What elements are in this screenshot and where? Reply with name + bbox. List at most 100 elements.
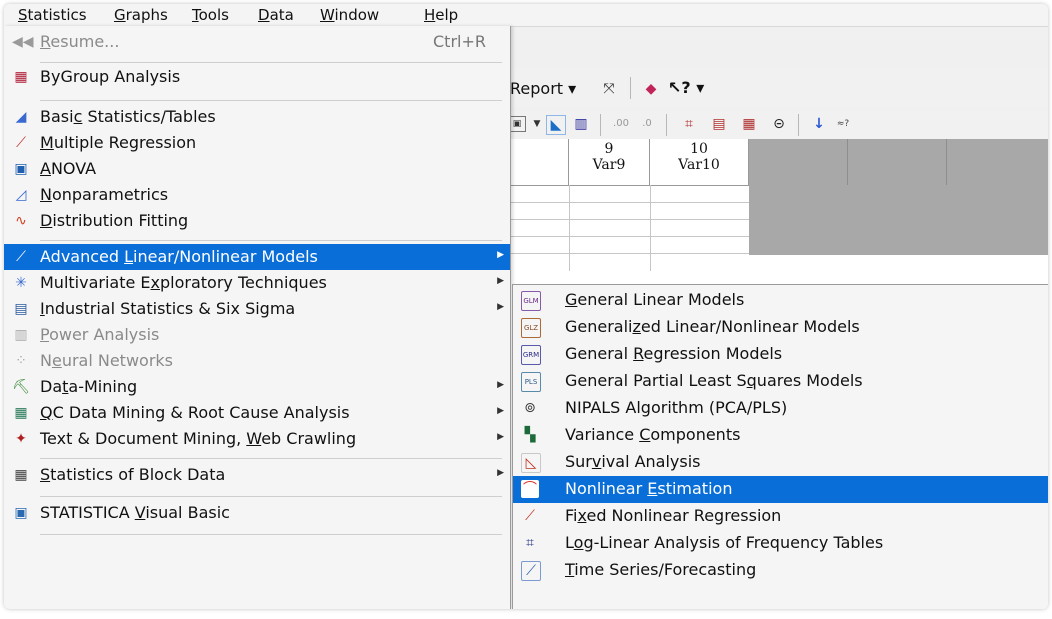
menu-item-advanced-models[interactable]: ⟋ Advanced Linear/Nonlinear Models ▶ <box>4 244 510 270</box>
pls-icon: PLS <box>521 372 541 392</box>
help-pointer-icon[interactable]: ↖? ▾ <box>668 78 704 97</box>
menu-window[interactable]: Window <box>320 6 379 24</box>
submenu-item-time-series[interactable]: ⟋ Time Series/Forecasting <box>513 557 1048 584</box>
menu-item-power-analysis[interactable]: ▥ Power Analysis <box>4 322 510 348</box>
industrial-statistics-icon: ▤ <box>14 301 28 317</box>
toolbar-separator <box>798 114 799 136</box>
submenu-item-variance-components[interactable]: ▚ Variance Components <box>513 422 1048 449</box>
zoom-icon[interactable]: ⤧ <box>600 80 618 98</box>
submenu-arrow-icon: ▶ <box>497 250 504 260</box>
variables-icon[interactable]: ⌗ <box>680 115 698 133</box>
inactive-grid-area <box>749 185 1048 255</box>
statistics-menu: ◀◀ Resume... Ctrl+R ▦ ByGroup Analysis ◢… <box>4 26 511 609</box>
menu-item-qc-data-mining[interactable]: ▦ QC Data Mining & Root Cause Analysis ▶ <box>4 400 510 426</box>
toolbar-format: ▣ ▼ ◣ ▥ .00 .0 ⌗ ▤ ▦ ⊝ ↓ ≈? <box>484 111 1048 140</box>
submenu-arrow-icon: ▶ <box>497 468 504 478</box>
menu-data[interactable]: Data <box>258 6 294 24</box>
bygroup-icon: ▦ <box>14 69 28 85</box>
column-header-var10[interactable]: 10 Var10 <box>650 139 749 186</box>
distribution-fitting-icon: ∿ <box>15 213 27 229</box>
qc-data-mining-icon: ▦ <box>14 405 28 421</box>
power-analysis-icon: ▥ <box>14 327 28 343</box>
log-linear-icon: ⌗ <box>526 535 534 551</box>
menu-item-bygroup[interactable]: ▦ ByGroup Analysis <box>4 64 510 90</box>
submenu-item-nipals[interactable]: ⊚ NIPALS Algorithm (PCA/PLS) <box>513 395 1048 422</box>
menu-help[interactable]: Help <box>424 6 458 24</box>
submenu-item-log-linear[interactable]: ⌗ Log-Linear Analysis of Frequency Table… <box>513 530 1048 557</box>
edit-cases-icon[interactable]: ▦ <box>740 115 758 133</box>
menu-item-nonparametrics[interactable]: ◿ Nonparametrics <box>4 182 510 208</box>
toolbar-report: Report ▾ ⤧ ◆ ↖? ▾ <box>484 69 1048 107</box>
resume-icon: ◀◀ <box>12 34 34 50</box>
menu-item-data-mining[interactable]: ⛏ Data-Mining ▶ <box>4 374 510 400</box>
submenu-item-glm[interactable]: GLM General Linear Models <box>513 287 1048 314</box>
multiple-regression-icon: ⟋ <box>16 135 26 151</box>
menu-graphs[interactable]: Graphs <box>114 6 168 24</box>
basic-statistics-icon: ◢ <box>15 109 27 125</box>
fixed-nonlinear-icon: ⟋ <box>525 508 535 524</box>
submenu-arrow-icon: ▶ <box>497 302 504 312</box>
submenu-arrow-icon: ▶ <box>497 380 504 390</box>
toolbar-separator <box>630 77 631 99</box>
menubar: Statistics Graphs Tools Data Window Help <box>4 4 1048 27</box>
submenu-arrow-icon: ▶ <box>497 406 504 416</box>
paint-icon[interactable]: ◣ <box>546 115 566 135</box>
advanced-models-icon: ⟋ <box>16 249 26 265</box>
columns-icon[interactable]: ▥ <box>572 115 590 133</box>
menu-separator <box>40 100 502 101</box>
menu-item-multiple-regression[interactable]: ⟋ Multiple Regression <box>4 130 510 156</box>
sort-icon[interactable]: ↓ <box>810 115 828 133</box>
submenu-item-survival-analysis[interactable]: ◺ Survival Analysis <box>513 449 1048 476</box>
menu-item-industrial-statistics[interactable]: ▤ Industrial Statistics & Six Sigma ▶ <box>4 296 510 322</box>
submenu-item-glz[interactable]: GLZ Generalized Linear/Nonlinear Models <box>513 314 1048 341</box>
menu-separator <box>40 458 502 459</box>
grid-line <box>569 185 570 271</box>
glm-icon: GLM <box>521 291 541 311</box>
application-window: Statistics Graphs Tools Data Window Help… <box>4 4 1048 609</box>
grm-icon: GRM <box>521 345 541 365</box>
submenu-item-pls[interactable]: PLS General Partial Least Squares Models <box>513 368 1048 395</box>
menu-item-block-data[interactable]: ▦ Statistics of Block Data ▶ <box>4 462 510 488</box>
menu-separator <box>40 496 502 497</box>
book-icon[interactable]: ◆ <box>642 80 660 98</box>
cases-icon[interactable]: ▤ <box>710 115 728 133</box>
submenu-arrow-icon: ▶ <box>497 276 504 286</box>
time-series-icon: ⟋ <box>521 561 541 581</box>
advanced-models-submenu: GLM General Linear Models GLZ Generalize… <box>512 284 1048 609</box>
data-mining-icon: ⛏ <box>12 379 30 395</box>
chevron-down-icon[interactable]: ▼ <box>528 115 546 133</box>
anova-icon: ▣ <box>14 161 28 177</box>
column-header-var9[interactable]: 9 Var9 <box>569 139 650 186</box>
menu-item-multivariate[interactable]: ✳ Multivariate Exploratory Techniques ▶ <box>4 270 510 296</box>
visual-basic-icon: ▣ <box>14 505 28 521</box>
increase-decimals-icon[interactable]: .00 <box>612 115 630 133</box>
submenu-item-nonlinear-estimation[interactable]: ⌒ Nonlinear Estimation <box>513 476 1048 503</box>
submenu-item-grm[interactable]: GRM General Regression Models <box>513 341 1048 368</box>
menu-statistics[interactable]: Statistics <box>18 6 87 24</box>
nonlinear-estimation-icon: ⌒ <box>521 480 539 498</box>
lock-icon[interactable]: ⊝ <box>770 115 788 133</box>
decrease-decimals-icon[interactable]: .0 <box>638 115 656 133</box>
menu-separator <box>40 240 502 241</box>
variance-components-icon: ▚ <box>524 427 536 443</box>
menu-item-text-mining[interactable]: ✦ Text & Document Mining, Web Crawling ▶ <box>4 426 510 452</box>
toolbar-separator <box>600 114 601 136</box>
nipals-icon: ⊚ <box>524 400 536 416</box>
menu-tools[interactable]: Tools <box>192 6 229 24</box>
report-button[interactable]: Report ▾ <box>510 79 576 98</box>
menu-item-anova[interactable]: ▣ ANOVA <box>4 156 510 182</box>
grid-line <box>650 185 651 271</box>
menu-item-resume[interactable]: ◀◀ Resume... Ctrl+R <box>4 29 510 55</box>
menu-item-distribution-fitting[interactable]: ∿ Distribution Fitting <box>4 208 510 234</box>
menu-separator <box>40 534 502 535</box>
block-data-icon: ▦ <box>14 467 28 483</box>
menu-item-neural-networks[interactable]: ⁘ Neural Networks <box>4 348 510 374</box>
text-mining-icon: ✦ <box>15 431 27 447</box>
replace-icon[interactable]: ≈? <box>834 115 852 133</box>
menu-item-basic-statistics[interactable]: ◢ Basic Statistics/Tables <box>4 104 510 130</box>
neural-networks-icon: ⁘ <box>15 353 27 369</box>
menu-item-visual-basic[interactable]: ▣ STATISTICA Visual Basic <box>4 500 510 526</box>
menu-separator <box>40 62 502 63</box>
submenu-item-fixed-nonlinear[interactable]: ⟋ Fixed Nonlinear Regression <box>513 503 1048 530</box>
shortcut-label: Ctrl+R <box>433 32 486 51</box>
